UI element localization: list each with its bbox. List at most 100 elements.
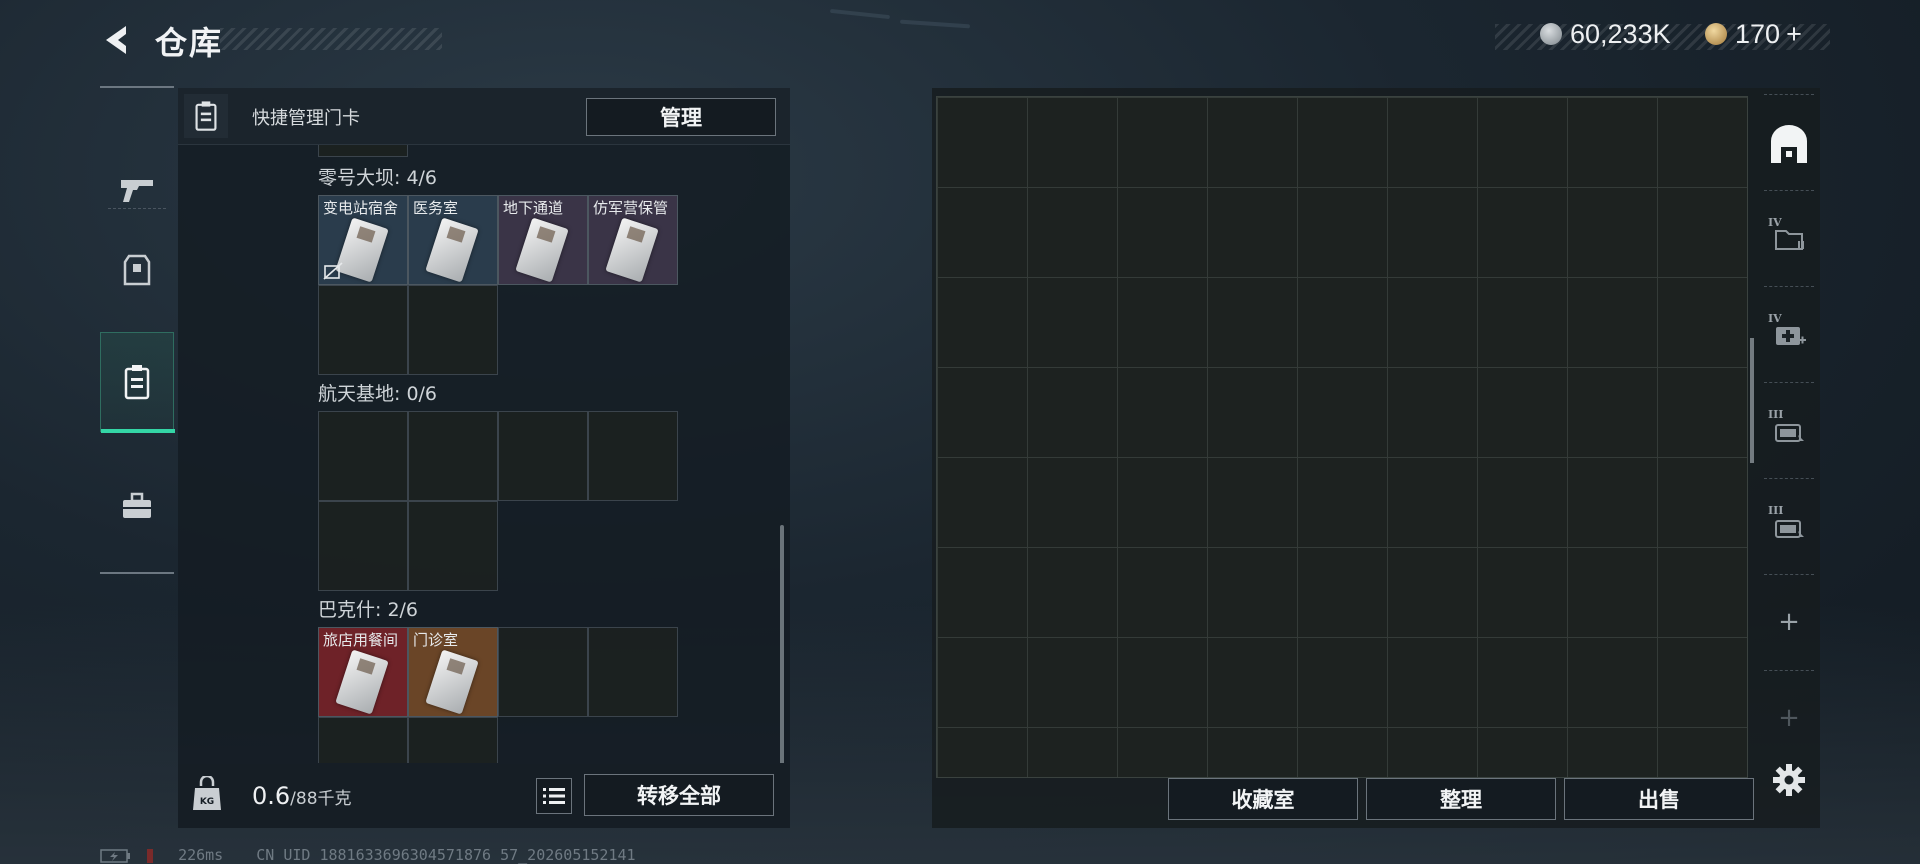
latency: 226ms bbox=[178, 846, 224, 864]
keycard-label: 门诊室 bbox=[413, 631, 459, 649]
keycard-slot-empty[interactable] bbox=[318, 411, 408, 501]
sell-button[interactable]: 出售 bbox=[1564, 778, 1754, 820]
pistol-icon bbox=[121, 180, 153, 202]
keycard-label: 变电站宿舍 bbox=[323, 199, 399, 217]
collection-room-button[interactable]: 收藏室 bbox=[1168, 778, 1358, 820]
keycard-slot-empty[interactable] bbox=[318, 501, 408, 591]
tab-divider bbox=[1764, 190, 1814, 192]
section-title-zero-dam: 零号大坝: 4/6 bbox=[318, 167, 438, 189]
weight-icon: KG bbox=[193, 776, 221, 810]
tab-main-warehouse[interactable] bbox=[1758, 104, 1820, 184]
section-title-bakhsh: 巴克什: 2/6 bbox=[318, 599, 419, 621]
keycard-item[interactable]: 地下通道 bbox=[498, 195, 588, 285]
background-streak bbox=[829, 8, 891, 20]
grid-scrollbar[interactable] bbox=[1750, 338, 1754, 463]
keycard-list[interactable]: 零号大坝: 4/6 变电站宿舍 医务室 地下通道 仿军营保管 航天基地: 0/6 bbox=[178, 145, 790, 763]
keycard-image bbox=[425, 649, 479, 715]
keycard-image bbox=[425, 217, 479, 283]
list-scrollbar[interactable] bbox=[780, 525, 784, 763]
left-footer: KG 0.6/88千克 转移全部 bbox=[178, 764, 790, 828]
keycard-holder-icon bbox=[184, 94, 228, 138]
rail-keycards[interactable] bbox=[100, 332, 175, 433]
rail-armor[interactable] bbox=[100, 220, 174, 320]
keycard-slot-empty[interactable] bbox=[588, 627, 678, 717]
level-label: III bbox=[1768, 408, 1784, 421]
title-decoration bbox=[220, 28, 442, 50]
weight-readout: 0.6/88千克 bbox=[252, 782, 352, 810]
gear-icon bbox=[1773, 764, 1805, 796]
keycard-slot-empty[interactable] bbox=[408, 717, 498, 763]
uid: CN UID 1881633696304571876 57_2026051521… bbox=[256, 846, 636, 864]
manage-button[interactable]: 管理 bbox=[586, 98, 776, 136]
svg-text:KG: KG bbox=[200, 797, 214, 807]
warehouse-grid[interactable] bbox=[936, 96, 1748, 778]
tab-divider bbox=[1764, 670, 1814, 672]
keycard-label: 医务室 bbox=[413, 199, 459, 217]
keycard-image bbox=[515, 217, 569, 283]
keycard-slot-empty[interactable] bbox=[408, 501, 498, 591]
tab-divider bbox=[1764, 286, 1814, 288]
tab-divider bbox=[1764, 94, 1814, 96]
tab-storage-1[interactable]: IV bbox=[1758, 198, 1820, 278]
add-storage-button[interactable]: + bbox=[1758, 582, 1820, 662]
tab-storage-4[interactable]: III bbox=[1758, 486, 1820, 566]
list-view-button[interactable] bbox=[536, 778, 572, 814]
keycard-image bbox=[335, 217, 389, 283]
tab-divider bbox=[1764, 382, 1814, 384]
silver-currency: 60,233K bbox=[1540, 18, 1671, 50]
keycard-item[interactable]: 医务室 bbox=[408, 195, 498, 285]
weight-value: 0.6 bbox=[252, 782, 291, 810]
keycard-label: 地下通道 bbox=[503, 199, 564, 217]
weight-capacity: /88千克 bbox=[290, 789, 352, 809]
keycard-slot-empty[interactable] bbox=[408, 411, 498, 501]
list-icon bbox=[543, 788, 565, 804]
keycard-slot-empty[interactable] bbox=[318, 145, 408, 157]
level-label: III bbox=[1768, 504, 1784, 517]
transfer-all-button[interactable]: 转移全部 bbox=[584, 774, 774, 816]
keycard-label: 旅店用餐间 bbox=[323, 631, 399, 649]
keycard-slot-empty[interactable] bbox=[498, 411, 588, 501]
keycard-slot-empty[interactable] bbox=[318, 717, 408, 763]
status-bar: 226ms CN UID 1881633696304571876 57_2026… bbox=[100, 846, 636, 864]
tab-storage-2[interactable]: IV bbox=[1758, 294, 1820, 374]
section-title-space-base: 航天基地: 0/6 bbox=[318, 383, 438, 405]
quick-manage-header: 快捷管理门卡 管理 bbox=[178, 88, 790, 145]
sort-button[interactable]: 整理 bbox=[1366, 778, 1556, 820]
page-title: 仓库 bbox=[155, 24, 224, 62]
keycard-holder-icon bbox=[124, 365, 150, 400]
level-label: IV bbox=[1768, 216, 1782, 229]
keycard-slot-empty[interactable] bbox=[588, 411, 678, 501]
active-tab-indicator bbox=[101, 429, 175, 433]
keycard-item[interactable]: 仿军营保管 bbox=[588, 195, 678, 285]
silver-coin-icon bbox=[1540, 23, 1562, 45]
rail-toolbox[interactable] bbox=[100, 456, 174, 556]
keycard-label: 仿军营保管 bbox=[593, 199, 669, 217]
quick-manage-label: 快捷管理门卡 bbox=[252, 108, 360, 129]
signal-bar-icon bbox=[147, 848, 154, 863]
keycard-slot-empty[interactable] bbox=[408, 285, 498, 375]
storage-tabs: IV IV III III + + bbox=[1758, 88, 1820, 828]
tab-divider bbox=[1764, 478, 1814, 480]
keycard-image bbox=[605, 217, 659, 283]
gold-coin-icon bbox=[1705, 23, 1727, 45]
armor-vest-icon bbox=[123, 254, 151, 286]
keycard-slot-empty[interactable] bbox=[318, 285, 408, 375]
add-gold-button[interactable]: + bbox=[1786, 19, 1802, 50]
battery-icon bbox=[100, 848, 130, 863]
tab-divider bbox=[1764, 574, 1814, 576]
keycard-image bbox=[335, 649, 389, 715]
back-arrow-icon[interactable] bbox=[98, 20, 138, 60]
keycard-storage-panel: 快捷管理门卡 管理 零号大坝: 4/6 变电站宿舍 医务室 地下通道 仿军营保管… bbox=[178, 88, 790, 828]
no-transfer-icon bbox=[323, 262, 343, 280]
keycard-item[interactable]: 旅店用餐间 bbox=[318, 627, 408, 717]
settings-button[interactable] bbox=[1758, 740, 1820, 820]
category-rail bbox=[100, 86, 175, 574]
keycard-item[interactable]: 门诊室 bbox=[408, 627, 498, 717]
keycard-slot-empty[interactable] bbox=[498, 627, 588, 717]
tab-storage-3[interactable]: III bbox=[1758, 390, 1820, 470]
keycard-item[interactable]: 变电站宿舍 bbox=[318, 195, 408, 285]
background-streak bbox=[899, 19, 971, 29]
silver-amount: 60,233K bbox=[1570, 18, 1671, 49]
gold-amount: 170 bbox=[1735, 18, 1781, 49]
level-label: IV bbox=[1768, 312, 1782, 325]
